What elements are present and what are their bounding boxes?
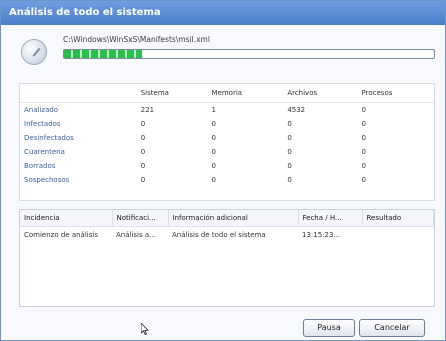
stats-cell: 0 bbox=[361, 120, 367, 128]
stats-row: Infectados 0 0 0 0 bbox=[20, 117, 434, 131]
stats-cell: 0 bbox=[287, 176, 292, 184]
stats-cell: 0 bbox=[211, 176, 216, 184]
stats-row: Analizado 221 1 4532 0 bbox=[20, 103, 434, 118]
results-cell bbox=[362, 227, 434, 243]
table-row[interactable]: Comienzo de análisis Análisis a... Análi… bbox=[20, 227, 434, 243]
stats-cell: 0 bbox=[361, 106, 367, 114]
scan-progress-area: C:\Windows\WinSxS\Manifests\msil.xml bbox=[11, 31, 435, 73]
scan-results-list[interactable]: Incidencia Notificaci... Información adi… bbox=[19, 209, 435, 307]
stats-cell: 0 bbox=[211, 148, 216, 156]
cancel-button[interactable]: Cancelar bbox=[359, 319, 425, 337]
scan-icon bbox=[21, 39, 47, 65]
scan-progress-bar bbox=[63, 49, 435, 59]
results-cell: 13:15:23... bbox=[302, 230, 341, 239]
stats-cell: 0 bbox=[211, 162, 216, 170]
stats-cell: 0 bbox=[361, 134, 367, 142]
stats-cell: 0 bbox=[140, 148, 146, 156]
stats-row: Borrados 0 0 0 0 bbox=[20, 159, 434, 173]
statistics-table: Sistema Memoria Archivos Procesos Analiz… bbox=[20, 84, 434, 187]
results-column-header[interactable]: Fecha / H... bbox=[298, 210, 363, 227]
stats-row-label: Infectados bbox=[24, 120, 61, 128]
stats-cell: 0 bbox=[287, 134, 292, 142]
stats-cell: 221 bbox=[140, 106, 155, 114]
stats-cell: 1 bbox=[211, 106, 216, 114]
stats-cell: 0 bbox=[361, 176, 367, 184]
stats-row: Cuarentena 0 0 0 0 bbox=[20, 145, 434, 159]
stats-cell: 0 bbox=[140, 120, 146, 128]
scan-statistics: Sistema Memoria Archivos Procesos Analiz… bbox=[19, 83, 435, 201]
pause-button[interactable]: Pausa bbox=[303, 319, 355, 337]
current-file-path: C:\Windows\WinSxS\Manifests\msil.xml bbox=[63, 35, 210, 44]
results-cell: Comienzo de análisis bbox=[24, 230, 98, 239]
results-column-header[interactable]: Resultado bbox=[362, 210, 434, 227]
stats-header: Sistema bbox=[136, 84, 208, 103]
results-column-header[interactable]: Incidencia bbox=[20, 210, 113, 227]
stats-row-label: Analizado bbox=[24, 106, 59, 114]
results-column-header[interactable]: Notificaci... bbox=[112, 210, 169, 227]
stats-cell: 0 bbox=[287, 148, 292, 156]
stats-header: Archivos bbox=[283, 84, 358, 103]
stats-row-label: Borrados bbox=[24, 162, 56, 170]
window-title: Análisis de todo el sistema bbox=[1, 1, 445, 25]
stats-cell: 0 bbox=[140, 134, 146, 142]
scan-dialog: Análisis de todo el sistema C:\Windows\W… bbox=[0, 0, 446, 341]
stats-cell: 0 bbox=[287, 162, 292, 170]
stats-cell: 4532 bbox=[287, 106, 306, 114]
stats-row-label: Desinfectados bbox=[24, 134, 74, 142]
stats-header: Procesos bbox=[357, 84, 434, 103]
stats-cell: 0 bbox=[287, 120, 292, 128]
stats-header: Memoria bbox=[207, 84, 284, 103]
stats-cell: 0 bbox=[211, 134, 216, 142]
results-cell: Análisis de todo el sistema bbox=[172, 230, 266, 239]
stats-cell: 0 bbox=[140, 176, 146, 184]
mouse-cursor-icon bbox=[141, 323, 149, 335]
stats-cell: 0 bbox=[140, 162, 146, 170]
stats-row: Desinfectados 0 0 0 0 bbox=[20, 131, 434, 145]
stats-header bbox=[20, 84, 137, 103]
stats-row-label: Sospechosos bbox=[24, 176, 70, 184]
stats-row-label: Cuarentena bbox=[24, 148, 65, 156]
stats-cell: 0 bbox=[211, 120, 216, 128]
scan-progress-fill bbox=[64, 50, 142, 58]
stats-cell: 0 bbox=[361, 148, 367, 156]
results-table: Incidencia Notificaci... Información adi… bbox=[20, 210, 434, 242]
stats-row: Sospechosos 0 0 0 0 bbox=[20, 173, 434, 187]
results-column-header[interactable]: Información adicional bbox=[168, 210, 299, 227]
results-cell: Análisis a... bbox=[116, 230, 156, 239]
stats-cell: 0 bbox=[361, 162, 367, 170]
